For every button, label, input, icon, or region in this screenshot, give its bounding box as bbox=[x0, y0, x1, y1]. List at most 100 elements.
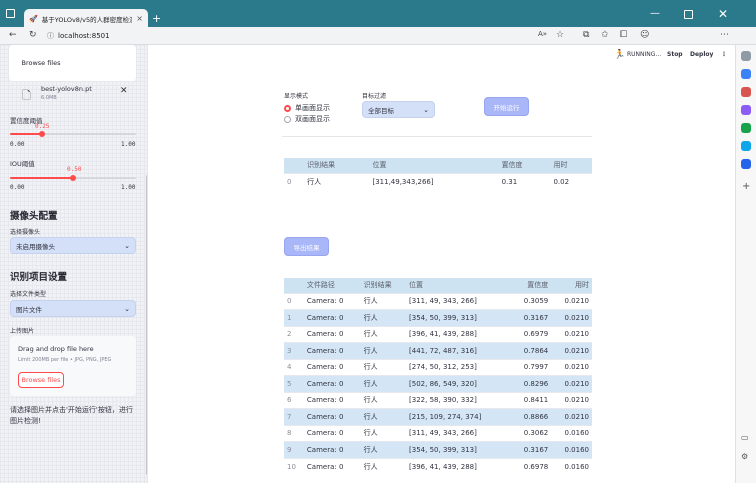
chevron-down-icon: ⌄ bbox=[124, 241, 130, 250]
table-cell: Camera: 0 bbox=[303, 358, 361, 376]
row-index-cell: 0 bbox=[284, 292, 304, 310]
microsoft365-icon[interactable] bbox=[741, 123, 751, 133]
project-settings-header: 识别项目设置 bbox=[10, 272, 68, 283]
favorites-icon[interactable]: ✩ bbox=[601, 30, 609, 40]
filetype-select[interactable]: 图片文件 ⌄ bbox=[10, 300, 136, 317]
favorite-star-icon[interactable]: ☆ bbox=[556, 30, 564, 40]
conf-slider-value: 0.25 bbox=[35, 123, 50, 130]
table-cell: 0.6978 bbox=[510, 457, 552, 475]
browse-files-top-button[interactable]: Browse files bbox=[14, 54, 68, 71]
outlook-icon[interactable] bbox=[741, 141, 751, 151]
table-cell: 0.0210 bbox=[551, 309, 592, 326]
table-cell: Camera: 0 bbox=[303, 292, 361, 310]
browser-window: 🚀 基于YOLOv8/v5的人群密度检测... × + — ✕ ← ↻ ⓘ lo… bbox=[0, 0, 756, 483]
table-cell: 0.8296 bbox=[510, 375, 552, 392]
add-icon[interactable]: + bbox=[742, 181, 752, 192]
table-cell: Camera: 0 bbox=[303, 424, 361, 442]
collections-icon[interactable]: ⧠ bbox=[620, 30, 627, 40]
table-cell: Camera: 0 bbox=[303, 375, 361, 392]
log_table-header-cell[interactable]: 文件路径 bbox=[303, 278, 361, 293]
target-filter-select[interactable]: 全部目标 ⌄ bbox=[362, 101, 435, 118]
tools-icon[interactable] bbox=[741, 87, 751, 97]
url-field[interactable]: ⓘ localhost:8501 bbox=[47, 29, 572, 43]
info-icon[interactable]: ⓘ bbox=[47, 31, 54, 41]
dropzone-limit: Limit 200MB per file • JPG, PNG, JPEG bbox=[18, 357, 112, 363]
workspaces-icon[interactable] bbox=[6, 9, 15, 18]
table-cell: 行人 bbox=[304, 172, 370, 190]
table-cell: 0.0210 bbox=[551, 325, 592, 343]
table-cell: 0.6979 bbox=[510, 325, 552, 343]
shopping-icon[interactable] bbox=[741, 69, 751, 79]
log_table-header-cell[interactable]: 用时 bbox=[551, 278, 592, 293]
refresh-icon[interactable]: ↻ bbox=[29, 30, 37, 40]
table-row: 7 Camera: 0 行人 [215, 109, 274, 374] 0.8866 0.… bbox=[284, 408, 592, 425]
table-cell: [215, 109, 274, 374] bbox=[406, 408, 511, 425]
table-row: 5 Camera: 0 行人 [502, 86, 549, 320] 0.8296 0.0… bbox=[284, 375, 592, 392]
minimize-icon[interactable]: — bbox=[650, 8, 660, 19]
deploy-button[interactable]: Deploy bbox=[690, 51, 713, 58]
start-run-button[interactable]: 开始运行 bbox=[484, 97, 529, 116]
stop-button[interactable]: Stop bbox=[667, 51, 683, 58]
games-icon[interactable] bbox=[741, 105, 751, 115]
radio-unselected-icon bbox=[284, 115, 291, 123]
table-row: 2 Camera: 0 行人 [396, 41, 439, 288] 0.6979 0.0… bbox=[284, 325, 592, 343]
log_table-header-cell[interactable]: 位置 bbox=[406, 278, 511, 293]
iou-slider-max: 1.00 bbox=[121, 184, 136, 191]
profile-icon[interactable]: ☺ bbox=[640, 30, 649, 40]
table-cell: 行人 bbox=[360, 391, 407, 409]
model-file-size: 6.0MB bbox=[41, 95, 57, 101]
iou-slider-thumb[interactable] bbox=[70, 175, 76, 181]
radio-double-view[interactable]: 双画面显示 bbox=[284, 114, 330, 124]
table-cell: 行人 bbox=[360, 375, 407, 392]
detection-log-table: 文件路径 识别结果 位置 置信度 用时 0 Camera: 0 行人 [311, 49, 34… bbox=[284, 278, 592, 475]
table-cell: [274, 50, 312, 253] bbox=[406, 358, 511, 376]
result_table-header-cell[interactable] bbox=[284, 158, 305, 173]
row-index-cell: 9 bbox=[284, 441, 304, 458]
table-cell: [441, 72, 487, 316] bbox=[406, 342, 511, 359]
new-tab-icon[interactable]: + bbox=[152, 12, 161, 25]
read-aloud-icon[interactable]: A» bbox=[538, 30, 547, 38]
maximize-icon[interactable] bbox=[684, 10, 693, 19]
close-tab-icon[interactable]: × bbox=[136, 14, 143, 23]
image-dropzone[interactable]: Drag and drop file here Limit 200MB per … bbox=[10, 336, 136, 396]
back-icon[interactable]: ← bbox=[9, 30, 17, 40]
table-row: 0 Camera: 0 行人 [311, 49, 343, 266] 0.3059 0.0… bbox=[284, 292, 592, 310]
table-cell: 行人 bbox=[360, 408, 407, 425]
result_table-header-cell[interactable]: 用时 bbox=[550, 158, 592, 173]
table-cell: 0.7864 bbox=[510, 342, 552, 359]
table-cell: 行人 bbox=[360, 325, 407, 343]
search-icon[interactable] bbox=[741, 51, 751, 61]
chevron-down-icon: ⌄ bbox=[423, 105, 429, 114]
table-cell: 行人 bbox=[360, 292, 407, 310]
log_table-header-cell[interactable] bbox=[284, 278, 304, 293]
browser-tab[interactable]: 🚀 基于YOLOv8/v5的人群密度检测... × bbox=[24, 9, 148, 28]
close-window-icon[interactable]: ✕ bbox=[718, 7, 728, 21]
log_table-header-cell[interactable]: 置信度 bbox=[510, 278, 552, 293]
radio-single-view[interactable]: 单画面显示 bbox=[284, 103, 330, 113]
remove-file-icon[interactable]: ✕ bbox=[120, 86, 128, 96]
browse-files-button[interactable]: Browse files bbox=[18, 372, 64, 388]
sidebar-layout-icon[interactable]: ▭ bbox=[741, 433, 751, 443]
result_table-header-cell[interactable]: 位置 bbox=[369, 158, 499, 173]
result_table-header-cell[interactable]: 识别结果 bbox=[304, 158, 370, 173]
table-cell: Camera: 0 bbox=[303, 342, 361, 359]
drop-icon[interactable] bbox=[741, 159, 751, 169]
table-cell: 0.3062 bbox=[510, 424, 552, 442]
camera-select-label: 选择摄像头 bbox=[10, 229, 41, 236]
table-row: 6 Camera: 0 行人 [322, 58, 390, 332] 0.8411 0.0… bbox=[284, 391, 592, 409]
iou-slider-label: IOU阈值 bbox=[10, 160, 35, 168]
model-uploader: Browse files bbox=[9, 45, 136, 81]
table-cell: 0.31 bbox=[498, 172, 551, 190]
tab-title: 基于YOLOv8/v5的人群密度检测... bbox=[41, 15, 133, 24]
log_table-header-cell[interactable]: 识别结果 bbox=[360, 278, 407, 293]
settings-gear-icon[interactable]: ⚙ bbox=[741, 452, 751, 462]
table-cell: [354, 50, 399, 313] bbox=[406, 309, 511, 326]
camera-select[interactable]: 未启用摄像头 ⌄ bbox=[10, 237, 136, 254]
browser-menu-icon[interactable]: ⋯ bbox=[720, 30, 729, 40]
split-screen-icon[interactable]: ⧉ bbox=[583, 30, 589, 40]
result_table-header-cell[interactable]: 置信度 bbox=[498, 158, 551, 173]
export-results-button[interactable]: 导出结果 bbox=[284, 237, 329, 256]
conf-slider-thumb[interactable] bbox=[38, 131, 45, 137]
table-cell: [322, 58, 390, 332] bbox=[406, 391, 511, 409]
main-menu-icon[interactable]: ⋮ bbox=[721, 51, 727, 58]
